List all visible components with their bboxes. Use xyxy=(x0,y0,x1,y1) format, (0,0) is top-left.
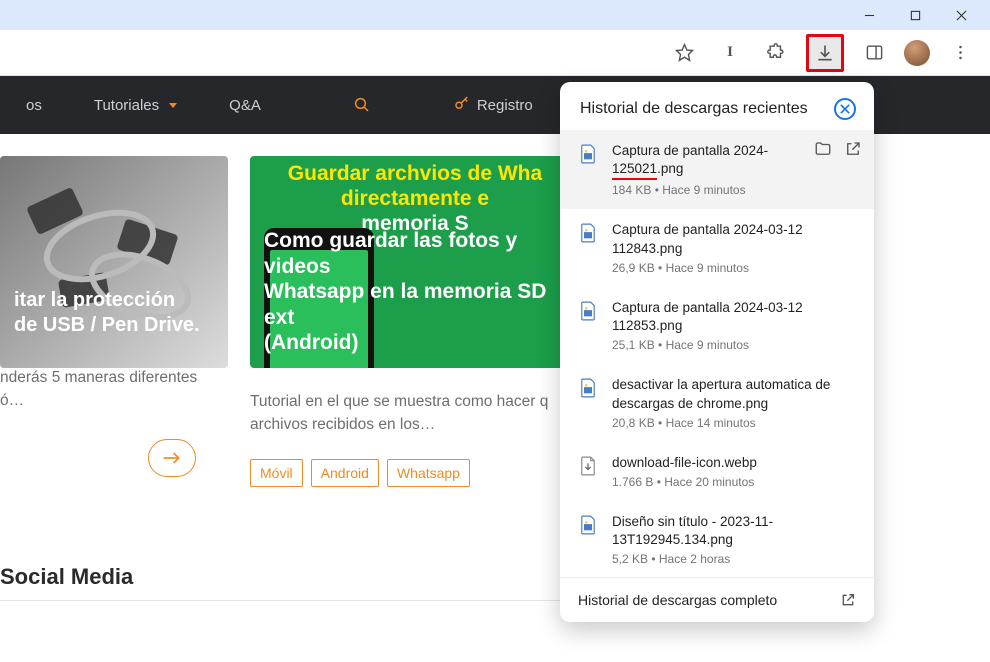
tag-android[interactable]: Android xyxy=(311,459,379,487)
download-item[interactable]: Diseño sin título - 2023-11-13T192945.13… xyxy=(560,501,874,577)
download-meta: 1.766 B • Hace 20 minutos xyxy=(612,475,862,489)
download-filename: Diseño sin título - 2023-11-13T192945.13… xyxy=(612,513,862,549)
download-meta: 184 KB • Hace 9 minutos xyxy=(612,183,862,197)
nav-item-register[interactable]: Registro xyxy=(427,76,559,134)
maximize-button[interactable] xyxy=(892,0,938,30)
image-file-icon xyxy=(580,221,598,274)
nav-label: os xyxy=(26,97,42,114)
show-in-folder-icon[interactable] xyxy=(814,140,834,160)
read-more-button[interactable] xyxy=(148,439,196,477)
window-titlebar xyxy=(0,0,990,30)
open-external-icon[interactable] xyxy=(844,140,864,160)
divider xyxy=(0,600,570,601)
download-item[interactable]: desactivar la apertura automatica de des… xyxy=(560,364,874,441)
article-thumbnail-whatsapp[interactable]: Guardar archvios de Wha directamente e m… xyxy=(250,156,580,368)
download-item[interactable]: download-file-icon.webp 1.766 B • Hace 20… xyxy=(560,442,874,501)
downloads-button-highlighted[interactable] xyxy=(806,34,844,72)
download-meta: 5,2 KB • Hace 2 horas xyxy=(612,552,862,566)
image-file-icon xyxy=(580,299,598,352)
reader-mode-icon[interactable]: I xyxy=(714,37,746,69)
sidepanel-icon[interactable] xyxy=(858,37,890,69)
article-excerpt: nderás 5 maneras diferentes ó… xyxy=(0,366,228,413)
nav-label: Registro xyxy=(477,97,533,114)
image-file-icon xyxy=(580,376,598,429)
nav-label: Q&A xyxy=(229,97,261,114)
profile-avatar[interactable] xyxy=(904,40,930,66)
download-item[interactable]: Captura de pantalla 2024-03-12 112843.pn… xyxy=(560,209,874,286)
download-filename: Captura de pantalla 2024-03-12 112843.pn… xyxy=(612,221,862,257)
close-panel-button[interactable] xyxy=(834,98,856,120)
download-meta: 20,8 KB • Hace 14 minutos xyxy=(612,416,862,430)
chevron-down-icon xyxy=(169,103,177,108)
social-media-heading: Social Media xyxy=(0,564,133,590)
download-filename: Captura de pantalla 2024-03-12 112853.pn… xyxy=(612,299,862,335)
kebab-menu-icon[interactable] xyxy=(944,37,976,69)
tag-whatsapp[interactable]: Whatsapp xyxy=(387,459,470,487)
image-file-icon xyxy=(580,513,598,566)
article-excerpt: Tutorial en el que se muestra como hacer… xyxy=(250,390,580,437)
download-item[interactable]: Captura de pantalla 2024-03-12 112853.pn… xyxy=(560,287,874,364)
nav-search-icon[interactable] xyxy=(327,76,397,134)
bookmark-star-icon[interactable] xyxy=(668,37,700,69)
downloads-panel: Historial de descargas recientes Captura… xyxy=(560,82,874,622)
download-filename: download-file-icon.webp xyxy=(612,454,862,472)
image-file-icon xyxy=(580,142,598,197)
external-link-icon xyxy=(840,592,856,608)
downloads-footer-label: Historial de descargas completo xyxy=(578,592,777,608)
article-title: Como guardar las fotos y videos Whatsapp… xyxy=(264,228,566,356)
tag-movil[interactable]: Móvil xyxy=(250,459,303,487)
nav-item-qa[interactable]: Q&A xyxy=(203,76,287,134)
browser-toolbar: I xyxy=(0,30,990,76)
downloads-panel-title: Historial de descargas recientes xyxy=(580,100,808,118)
minimize-button[interactable] xyxy=(846,0,892,30)
generic-file-icon xyxy=(580,454,598,489)
nav-item-os[interactable]: os xyxy=(0,76,68,134)
extensions-icon[interactable] xyxy=(760,37,792,69)
nav-item-tutoriales[interactable]: Tutoriales xyxy=(68,76,203,134)
article-title: itar la protección de USB / Pen Drive. xyxy=(0,288,228,338)
key-icon xyxy=(453,94,471,116)
article-tags: Móvil Android Whatsapp xyxy=(250,459,580,487)
download-filename: desactivar la apertura automatica de des… xyxy=(612,376,862,412)
nav-label: Tutoriales xyxy=(94,97,159,114)
downloads-footer-link[interactable]: Historial de descargas completo xyxy=(560,577,874,622)
close-window-button[interactable] xyxy=(938,0,984,30)
download-item[interactable]: Captura de pantalla 2024-125021.png184 K… xyxy=(560,130,874,209)
downloads-list[interactable]: Captura de pantalla 2024-125021.png184 K… xyxy=(560,126,874,577)
download-meta: 25,1 KB • Hace 9 minutos xyxy=(612,338,862,352)
download-meta: 26,9 KB • Hace 9 minutos xyxy=(612,261,862,275)
